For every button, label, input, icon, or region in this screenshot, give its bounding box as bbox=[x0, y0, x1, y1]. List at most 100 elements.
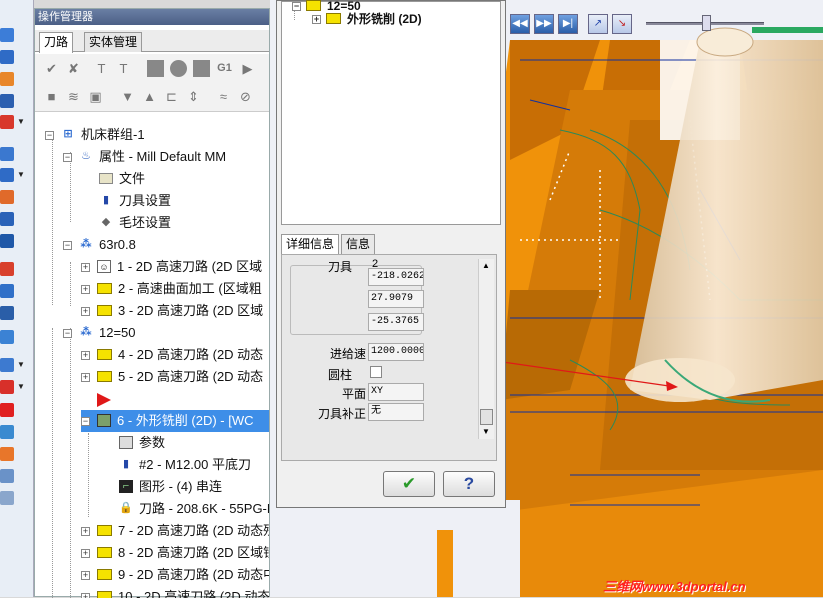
post-icon[interactable]: G1 bbox=[216, 60, 233, 77]
verify-icon[interactable] bbox=[170, 60, 187, 77]
lock-icon[interactable]: ■ bbox=[43, 88, 60, 105]
backplot-icon[interactable] bbox=[147, 60, 164, 77]
ok-button[interactable]: ✔ bbox=[383, 471, 435, 497]
tree-op-6-selected[interactable]: −6 - 外形铣削 (2D) - [WC bbox=[81, 410, 269, 432]
tree-op-9[interactable]: +9 - 2D 高速刀路 (2D 动态中心除料) - [WCS: 俯视 bbox=[81, 564, 269, 586]
tool-icon-10[interactable] bbox=[0, 234, 14, 248]
tree-tool-settings[interactable]: ▮ 刀具设置 bbox=[99, 190, 171, 212]
expand-icon[interactable]: + bbox=[81, 373, 90, 382]
expand-icon[interactable]: + bbox=[81, 285, 90, 294]
toggle-display-icon[interactable]: ≋ bbox=[65, 88, 82, 105]
rewind-icon[interactable]: ◀◀ bbox=[510, 14, 530, 34]
tree-stock-setup[interactable]: ◆ 毛坯设置 bbox=[99, 212, 171, 234]
expand-icon[interactable]: + bbox=[312, 15, 321, 24]
tool-icon-21[interactable] bbox=[0, 491, 14, 505]
tab-solids[interactable]: 实体管理 bbox=[84, 32, 143, 52]
collapse-icon[interactable]: − bbox=[63, 153, 72, 162]
scroll-thumb[interactable] bbox=[480, 409, 493, 425]
collapse-icon[interactable]: − bbox=[81, 417, 90, 426]
tab-info[interactable]: 信息 bbox=[341, 234, 376, 254]
tool-icon-17[interactable] bbox=[0, 403, 14, 417]
tree-toolpath[interactable]: 🔒刀路 - 208.6K - 55PG-B2.NC - 程序号码 0 bbox=[119, 498, 269, 520]
collapse-icon[interactable]: − bbox=[45, 131, 54, 140]
tree-machine-group[interactable]: − ⊞ 机床群组-1 bbox=[45, 124, 145, 146]
tree-op-4[interactable]: +4 - 2D 高速刀路 (2D 动态 bbox=[81, 344, 263, 366]
tree-tool[interactable]: ▮ #2 - M12.00 平底刀 bbox=[119, 454, 251, 476]
expand-icon[interactable]: + bbox=[81, 263, 90, 272]
tool-icon-15[interactable] bbox=[0, 358, 14, 372]
details-scrollbar[interactable]: ▲ ▼ bbox=[478, 259, 494, 439]
tree-op-5[interactable]: +5 - 2D 高速刀路 (2D 动态 bbox=[81, 366, 263, 388]
help-button[interactable]: ? bbox=[443, 471, 495, 497]
expand-icon[interactable]: + bbox=[81, 307, 90, 316]
tree-op-2[interactable]: +2 - 高速曲面加工 (区域粗 bbox=[81, 278, 262, 300]
tool-icon-2[interactable] bbox=[0, 50, 14, 64]
select-failed-icon[interactable]: ✘ bbox=[65, 60, 82, 77]
slider-thumb[interactable] bbox=[702, 15, 711, 31]
expand-icon[interactable]: + bbox=[81, 527, 90, 536]
insert-arrow-icon[interactable]: ⊏ bbox=[163, 88, 180, 105]
tool-icon-19[interactable] bbox=[0, 447, 14, 461]
simulate-icon[interactable] bbox=[193, 60, 210, 77]
cylinder-checkbox[interactable] bbox=[370, 366, 382, 378]
tool-icon-20[interactable] bbox=[0, 469, 14, 483]
tab-toolpaths[interactable]: 刀路 bbox=[39, 32, 74, 53]
fast-forward-icon[interactable]: ▶▶ bbox=[534, 14, 554, 34]
collapse-icon[interactable]: − bbox=[292, 2, 301, 11]
tool-icon-16[interactable] bbox=[0, 380, 14, 394]
help-icon[interactable]: ⊘ bbox=[237, 88, 254, 105]
move-down-icon[interactable]: ▼ bbox=[119, 88, 136, 105]
expand-icon[interactable]: + bbox=[81, 351, 90, 360]
tool-icon-4[interactable] bbox=[0, 94, 14, 108]
regen-selected-icon[interactable]: T bbox=[93, 60, 110, 77]
tool-icon-13[interactable] bbox=[0, 306, 14, 320]
expand-icon[interactable]: + bbox=[81, 549, 90, 558]
only-display-icon[interactable]: ≈ bbox=[215, 88, 232, 105]
tree-group-12-50[interactable]: − ⁂ 12=50 bbox=[63, 322, 136, 344]
tree-op-10[interactable]: +10 - 2D 高速刀路 (2D 动态残料) - [WCS: 俯视图] bbox=[81, 586, 269, 598]
tree-geometry[interactable]: ⌐ 图形 - (4) 串连 bbox=[119, 476, 222, 498]
toggle-post-icon[interactable]: ▣ bbox=[87, 88, 104, 105]
collapse-icon[interactable]: − bbox=[63, 329, 72, 338]
scroll-icon[interactable]: ⇕ bbox=[185, 88, 202, 105]
plane-label: 平面 bbox=[341, 387, 366, 401]
regen-dirty-icon[interactable]: T bbox=[115, 60, 132, 77]
tool-icon-8[interactable] bbox=[0, 190, 14, 204]
collapse-icon[interactable]: − bbox=[63, 241, 72, 250]
dlg-tree-op[interactable]: + 外形铣削 (2D) bbox=[312, 8, 422, 30]
tool-icon-12[interactable] bbox=[0, 284, 14, 298]
tool-icon-9[interactable] bbox=[0, 212, 14, 226]
tree-op-7[interactable]: +7 - 2D 高速刀路 (2D 动态残料) - [WCS: 俯视图] bbox=[81, 520, 269, 542]
expand-icon[interactable]: + bbox=[81, 593, 90, 598]
expand-icon[interactable]: + bbox=[81, 571, 90, 580]
tool-icon-14[interactable] bbox=[0, 330, 14, 344]
pick-icon[interactable]: ↘ bbox=[612, 14, 632, 34]
tree-files[interactable]: 文件 bbox=[99, 168, 145, 190]
tool-icon-6[interactable] bbox=[0, 147, 14, 161]
tree-op-8[interactable]: +8 - 2D 高速刀路 (2D 区域铣削) - [WCS: 俯视图] bbox=[81, 542, 269, 564]
select-all-icon[interactable]: ✔ bbox=[43, 60, 60, 77]
tool-icon-5[interactable] bbox=[0, 115, 14, 129]
tool-icon-7[interactable] bbox=[0, 168, 14, 182]
tab-details[interactable]: 详细信息 bbox=[281, 234, 340, 254]
tree-group-63r08[interactable]: − ⁂ 63r0.8 bbox=[63, 234, 136, 256]
tree-op-1[interactable]: + ☺ 1 - 2D 高速刀路 (2D 区域 bbox=[81, 256, 262, 278]
chevron-down-icon[interactable]: ▼ bbox=[17, 117, 25, 126]
tree-params[interactable]: 参数 bbox=[119, 432, 165, 454]
tree-insert-marker[interactable] bbox=[97, 388, 111, 410]
tool-icon-18[interactable] bbox=[0, 425, 14, 439]
trace-icon[interactable]: ↗ bbox=[588, 14, 608, 34]
highfeed-icon[interactable]: ▶ bbox=[239, 60, 256, 77]
scroll-up-icon[interactable]: ▲ bbox=[482, 261, 490, 270]
chevron-down-icon[interactable]: ▼ bbox=[17, 360, 25, 369]
move-up-icon[interactable]: ▲ bbox=[141, 88, 158, 105]
chevron-down-icon[interactable]: ▼ bbox=[17, 170, 25, 179]
tree-properties[interactable]: − ♨ 属性 - Mill Default MM bbox=[63, 146, 226, 168]
skip-end-icon[interactable]: ▶| bbox=[558, 14, 578, 34]
scroll-down-icon[interactable]: ▼ bbox=[482, 427, 490, 436]
tool-icon-3[interactable] bbox=[0, 72, 14, 86]
chevron-down-icon[interactable]: ▼ bbox=[17, 382, 25, 391]
tree-op-3[interactable]: +3 - 2D 高速刀路 (2D 区域 bbox=[81, 300, 263, 322]
tool-icon-1[interactable] bbox=[0, 28, 14, 42]
tool-icon-11[interactable] bbox=[0, 262, 14, 276]
